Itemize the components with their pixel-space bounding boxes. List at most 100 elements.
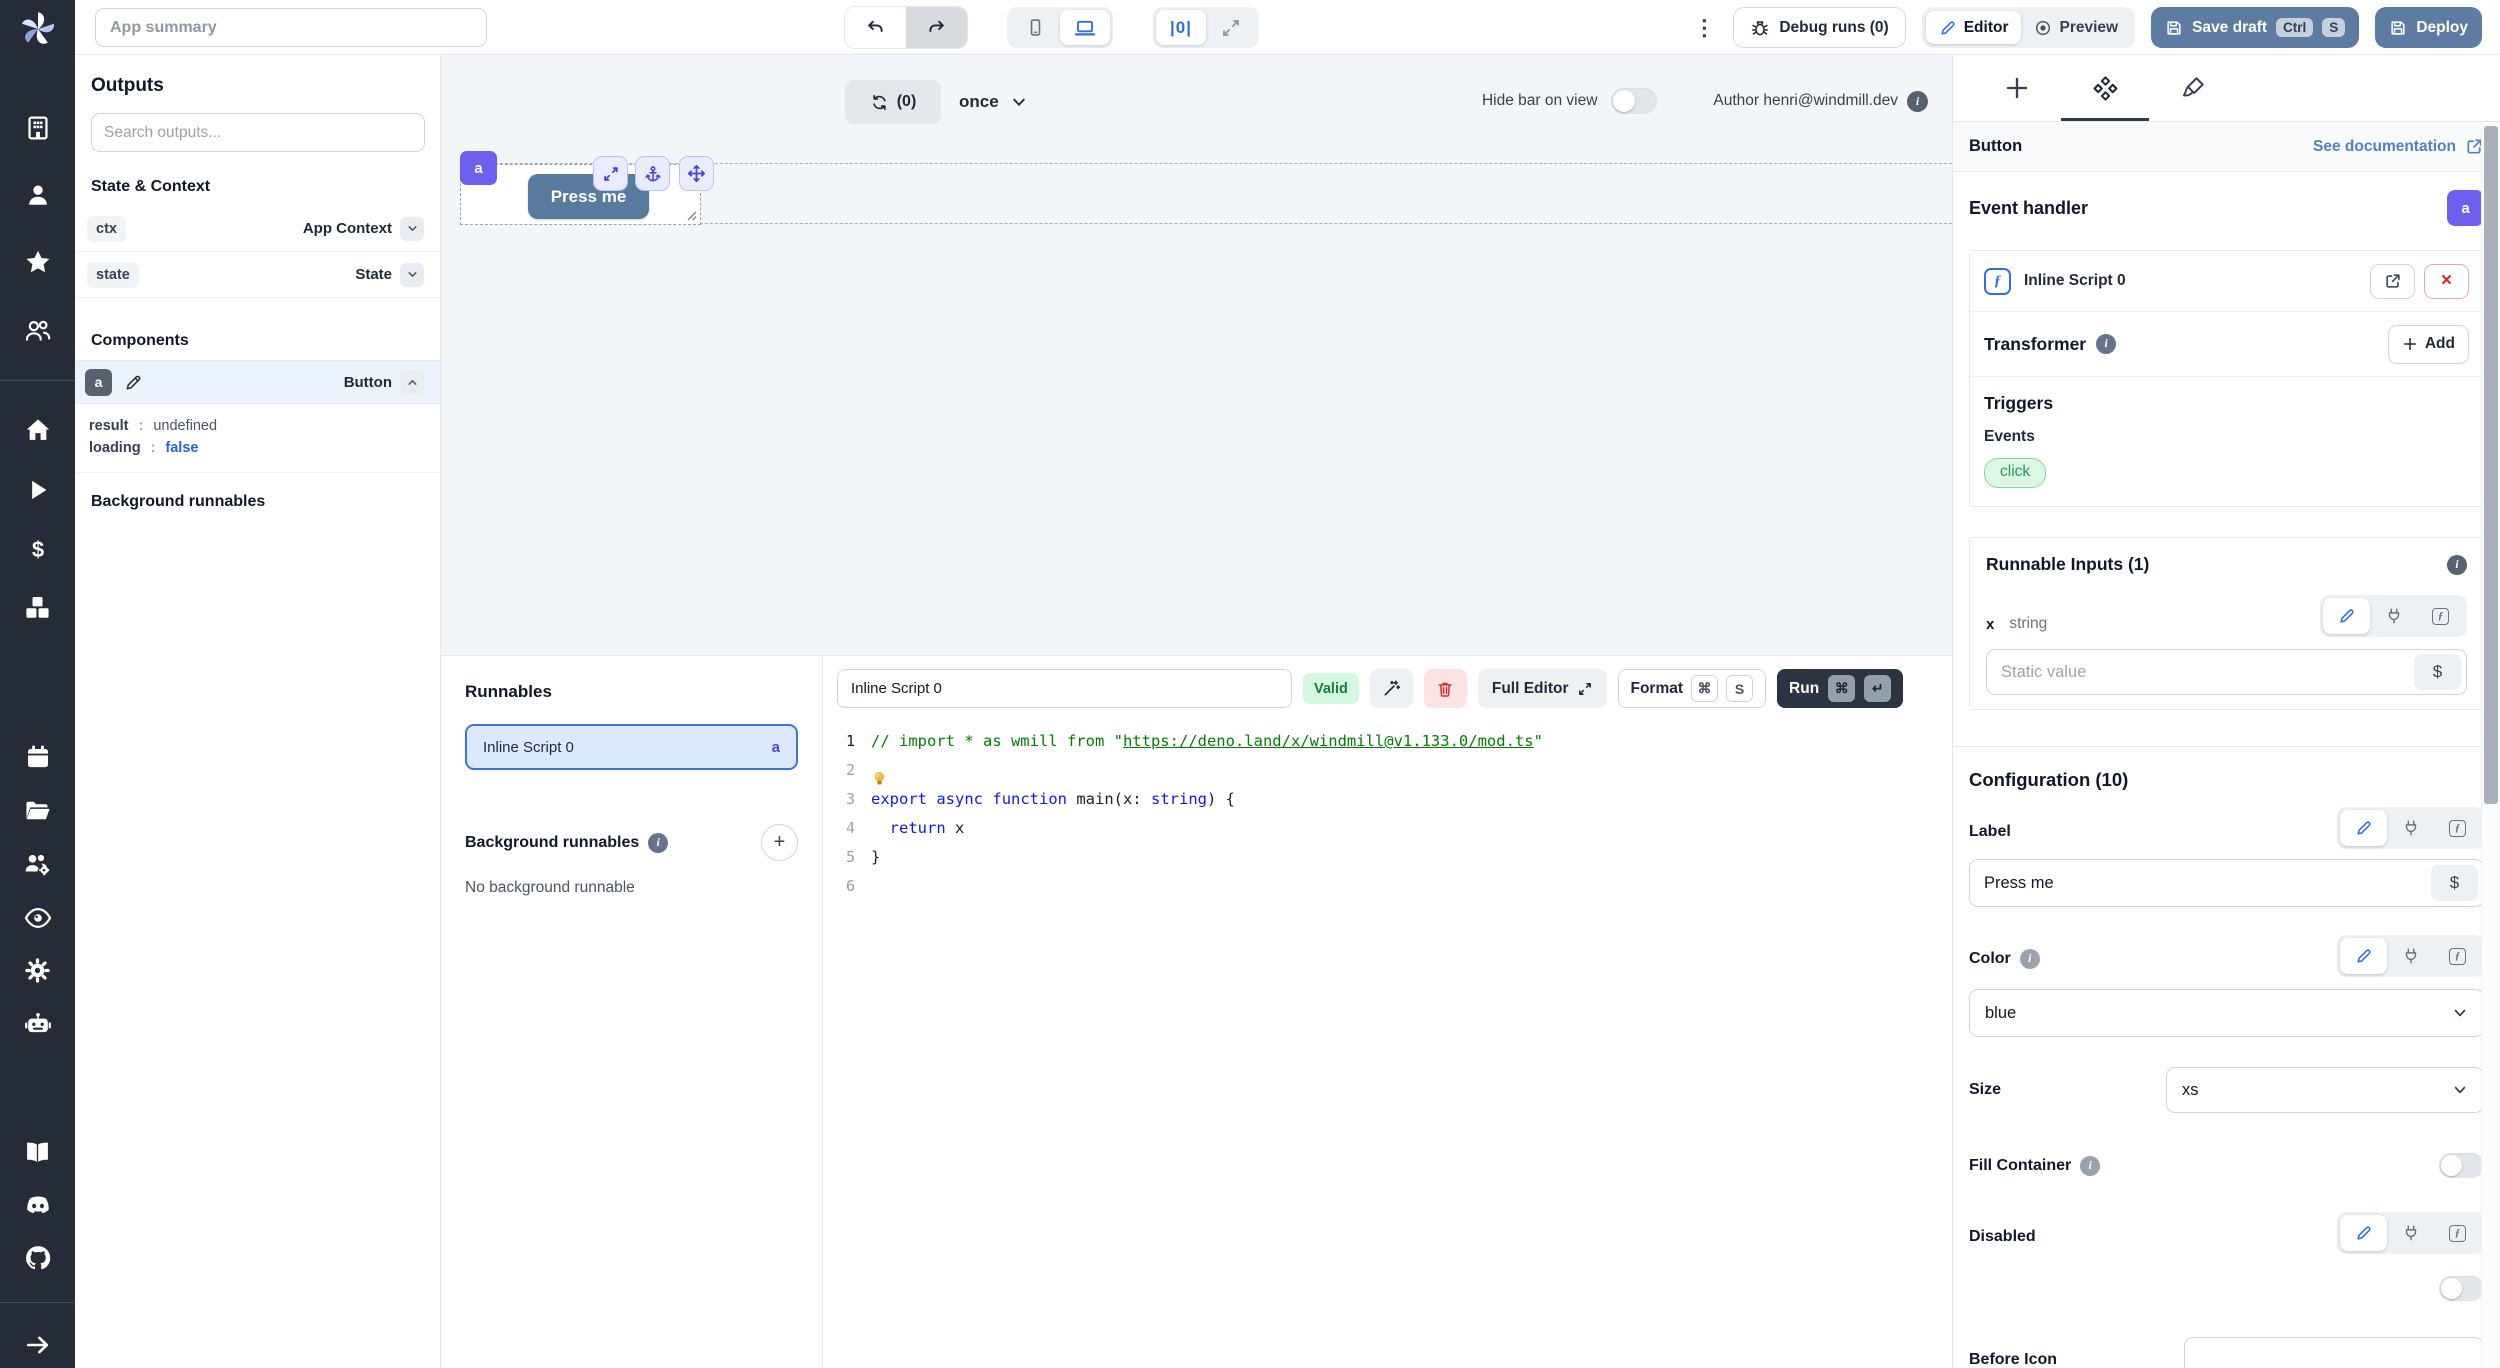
debug-runs-button[interactable]: Debug runs (0) [1733, 7, 1905, 48]
calendar-icon[interactable] [0, 744, 75, 770]
connect-mode-button[interactable] [2387, 938, 2434, 974]
desktop-view-button[interactable] [1060, 10, 1110, 45]
press-me-button[interactable]: Press me [528, 174, 649, 219]
dollar-icon[interactable]: $ [0, 537, 75, 563]
windmill-logo[interactable] [0, 8, 75, 50]
see-documentation-link[interactable]: See documentation [2313, 137, 2484, 156]
script-name-input[interactable] [837, 669, 1292, 708]
folder-open-icon[interactable] [0, 797, 75, 824]
disabled-toggle[interactable] [2439, 1276, 2484, 1301]
code-line[interactable]: 1// import * as wmill from "https://deno… [823, 726, 1952, 755]
schedule-mode-dropdown[interactable]: once [959, 80, 1027, 124]
component-row-button[interactable]: a Button [75, 360, 440, 404]
users-gear-icon[interactable] [0, 851, 75, 878]
deploy-button[interactable]: Deploy [2375, 7, 2482, 48]
app-canvas[interactable]: (0) once Hide bar on view Author henri@w… [441, 55, 1952, 655]
discord-icon[interactable] [0, 1192, 75, 1220]
template-var-button[interactable]: $ [2414, 654, 2461, 690]
undo-button[interactable] [845, 7, 906, 48]
fullwidth-button[interactable] [1206, 10, 1256, 45]
eye-icon[interactable] [0, 904, 75, 932]
building-icon[interactable] [0, 115, 75, 141]
size-select[interactable]: xs [2166, 1067, 2484, 1113]
connect-mode-button[interactable] [2370, 598, 2417, 634]
users-icon[interactable] [0, 317, 75, 344]
static-mode-button[interactable] [2340, 1215, 2387, 1251]
full-editor-button[interactable]: Full Editor [1478, 669, 1607, 708]
cubes-icon[interactable] [0, 594, 75, 621]
static-mode-button[interactable] [2340, 810, 2387, 846]
resize-handle[interactable] [685, 209, 697, 221]
static-mode-button[interactable] [2323, 598, 2370, 634]
move-component-button[interactable] [679, 156, 714, 191]
remove-script-button[interactable]: × [2424, 264, 2469, 299]
state-expand-button[interactable] [400, 263, 424, 287]
eval-mode-button[interactable]: ƒ [2417, 598, 2464, 634]
state-row[interactable]: state State [75, 252, 440, 298]
add-background-runnable-button[interactable]: + [761, 824, 798, 861]
color-select[interactable]: blue [1969, 989, 2484, 1037]
collapse-arrow-icon[interactable] [0, 1332, 75, 1358]
tab-styling[interactable] [2149, 55, 2237, 121]
tab-editor[interactable]: Editor [1926, 11, 2022, 44]
label-value-input[interactable] [1970, 874, 2431, 893]
refresh-runnables-button[interactable]: (0) [845, 80, 941, 124]
center-align-button[interactable]: |0| [1156, 10, 1206, 45]
app-summary-input[interactable] [95, 8, 487, 47]
code-lines[interactable]: 1// import * as wmill from "https://deno… [823, 720, 1952, 900]
eval-mode-button[interactable]: ƒ [2434, 938, 2481, 974]
tab-preview[interactable]: Preview [2021, 11, 2131, 44]
fill-container-toggle[interactable] [2439, 1153, 2484, 1178]
connect-mode-button[interactable] [2387, 810, 2434, 846]
more-menu-button[interactable]: ⋮ [1691, 15, 1717, 41]
eval-mode-button[interactable]: ƒ [2434, 1215, 2481, 1251]
star-icon[interactable] [0, 249, 75, 275]
expand-component-button[interactable] [593, 156, 628, 191]
play-icon[interactable] [0, 477, 75, 503]
run-button[interactable]: Run ⌘ ↵ [1777, 669, 1903, 708]
ai-wand-button[interactable] [1370, 669, 1413, 708]
gear-icon[interactable] [0, 957, 75, 984]
tab-insert-component[interactable] [1973, 55, 2061, 121]
user-icon[interactable] [0, 182, 75, 208]
info-icon[interactable]: i [648, 833, 668, 853]
static-value-input[interactable] [1987, 663, 2414, 682]
scrollbar-thumb[interactable] [2484, 126, 2498, 804]
hide-bar-toggle[interactable] [1611, 88, 1657, 114]
component-id-tag[interactable]: a [460, 151, 497, 185]
info-icon[interactable]: i [2020, 949, 2040, 969]
code-line[interactable]: 2 [823, 755, 1952, 784]
format-button[interactable]: Format ⌘ S [1618, 669, 1767, 708]
anchor-component-button[interactable] [635, 156, 670, 191]
code-line[interactable]: 6 [823, 871, 1952, 900]
home-icon[interactable] [0, 417, 75, 443]
component-collapse-button[interactable] [400, 370, 424, 394]
save-draft-button[interactable]: Save draft Ctrl S [2151, 7, 2359, 48]
code-line[interactable]: 4 return x [823, 813, 1952, 842]
info-icon[interactable]: i [2096, 334, 2116, 354]
author-info-icon[interactable]: i [1907, 91, 1928, 112]
ctx-expand-button[interactable] [400, 217, 424, 241]
delete-script-button[interactable] [1424, 669, 1467, 708]
mobile-view-button[interactable] [1010, 10, 1060, 45]
runnable-item-inline-script-0[interactable]: Inline Script 0 a [465, 724, 798, 770]
code-line[interactable]: 3export async function main(x: string) { [823, 784, 1952, 813]
connect-mode-button[interactable] [2387, 1215, 2434, 1251]
eval-mode-button[interactable]: ƒ [2434, 810, 2481, 846]
search-outputs-input[interactable] [91, 113, 425, 152]
add-transformer-button[interactable]: Add [2388, 325, 2469, 364]
panel-scrollbar[interactable] [2481, 122, 2500, 1368]
static-mode-button[interactable] [2340, 938, 2387, 974]
code-line[interactable]: 5} [823, 842, 1952, 871]
robot-icon[interactable] [0, 1010, 75, 1038]
edit-id-pencil-icon[interactable] [124, 373, 143, 392]
info-icon[interactable]: i [2447, 555, 2467, 575]
template-var-button[interactable]: $ [2431, 865, 2478, 901]
github-icon[interactable] [0, 1244, 75, 1272]
info-icon[interactable]: i [2080, 1156, 2100, 1176]
lightbulb-icon[interactable] [871, 770, 888, 787]
ctx-row[interactable]: ctx App Context [75, 206, 440, 252]
selected-component-box[interactable]: a Press me [460, 164, 701, 225]
book-icon[interactable] [0, 1139, 75, 1166]
before-icon-input[interactable] [2184, 1337, 2484, 1368]
